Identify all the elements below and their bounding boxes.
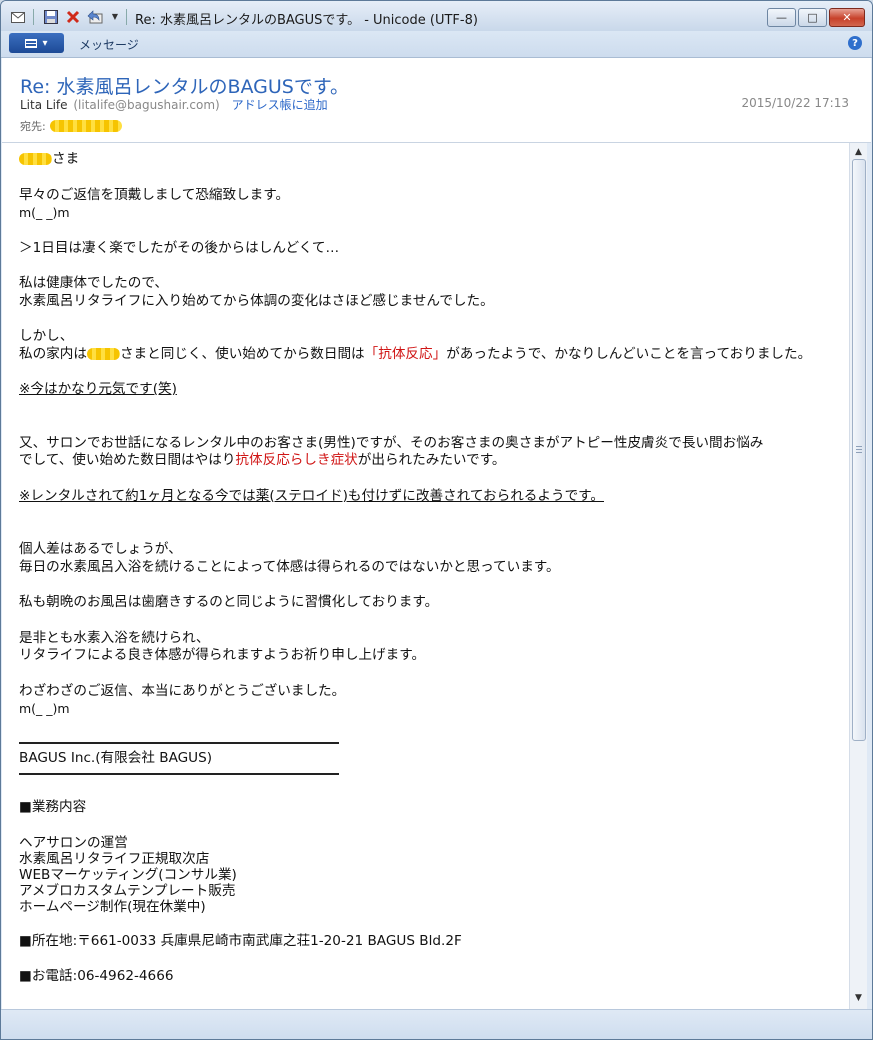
- add-to-address-book-link[interactable]: アドレス帳に追加: [232, 98, 328, 112]
- signature-divider: [19, 773, 339, 775]
- sender-name: Lita Life: [20, 98, 68, 112]
- message-window: ▼ Re: 水素風呂レンタルのBAGUSです。 - Unicode (UTF-8…: [0, 0, 873, 1040]
- reply-icon[interactable]: [87, 9, 103, 25]
- signature-item: ヘアサロンの運営: [19, 834, 128, 851]
- chevron-down-icon: ▼: [855, 992, 862, 1003]
- body-line: 私は健康体でしたので、: [19, 275, 168, 291]
- vertical-scrollbar[interactable]: ▲ ▼: [849, 143, 867, 1009]
- message-subject: Re: 水素風呂レンタルのBAGUSです。: [20, 76, 349, 98]
- quoted-line: ＞1日目は凄く楽でしたがその後からはしんどくて…: [19, 239, 340, 256]
- status-bar: [1, 1009, 872, 1039]
- title-bar: ▼ Re: 水素風呂レンタルのBAGUSです。 - Unicode (UTF-8…: [1, 1, 872, 31]
- body-text: さまと同じく、使い始めてから数日間は: [119, 345, 365, 362]
- signature-item: WEBマーケッティング(コンサル業): [19, 866, 237, 883]
- signature-item: ホームページ制作(現在休業中): [19, 898, 206, 915]
- message-body-content: さま 早々のご返信を頂戴しまして恐縮致します。 m(_ _)m ＞1日目は凄く楽…: [19, 151, 839, 986]
- signature-divider: [19, 741, 339, 744]
- highlighted-text: 抗体反応らしき症状: [235, 452, 358, 468]
- toolbar-separator: [126, 9, 127, 25]
- body-line: リタライフによる良き体感が得られますようお祈り申し上げます。: [19, 647, 426, 663]
- scrollbar-thumb[interactable]: [852, 159, 866, 741]
- signature-company: BAGUS Inc.(有限会社 BAGUS): [19, 749, 213, 766]
- body-text: でして、使い始めた数日間はやはり: [19, 452, 236, 468]
- close-button[interactable]: ✕: [829, 8, 865, 27]
- body-line: 毎日の水素風呂入浴を続けることによって体感は得られるのではないかと思っています。: [19, 558, 560, 575]
- help-icon[interactable]: ?: [848, 36, 862, 50]
- body-line: 又、サロンでお世話になるレンタル中のお客さま(男性)ですが、そのお客さまの奥さま…: [19, 434, 764, 451]
- minimize-button[interactable]: —: [767, 8, 796, 27]
- signature-heading: ■業務内容: [19, 799, 87, 815]
- signature-item: 水素風呂リタライフ正規取次店: [19, 850, 210, 867]
- sender-email: (litalife@bagushair.com): [73, 98, 220, 112]
- body-line: 個人差はあるでしょうが、: [19, 541, 182, 557]
- chevron-up-icon: ▲: [855, 146, 862, 157]
- body-line: でして、使い始めた数日間はやはり抗体反応らしき症状が出られたみたいです。: [19, 452, 839, 470]
- body-line: 是非とも水素入浴を続けられ、: [19, 629, 210, 646]
- body-text: 私の家内は: [19, 345, 87, 362]
- body-line: 私の家内は さまと同じく、使い始めてから数日間は「抗体反応」があったようで、かなり…: [19, 346, 839, 364]
- body-note: ※レンタルされて約1ヶ月となる今では薬(ステロイド)も付けずに改善されておられる…: [19, 487, 604, 504]
- body-line: 早々のご返信を頂戴しまして恐縮致します。: [19, 186, 290, 203]
- body-line: 私も朝晩のお風呂は歯磨きするのと同じように習慣化しております。: [19, 594, 439, 610]
- body-line: わざわざのご返信、本当にありがとうございました。: [19, 682, 346, 699]
- greeting-suffix: さま: [52, 151, 80, 167]
- body-text: が出られたみたいです。: [357, 452, 506, 468]
- tab-message[interactable]: メッセージ: [79, 36, 139, 53]
- scroll-down-button[interactable]: ▼: [850, 989, 867, 1006]
- redacted-recipient: [49, 120, 122, 132]
- window-title: Re: 水素風呂レンタルのBAGUSです。 - Unicode (UTF-8): [135, 13, 478, 28]
- from-line: Lita Life (litalife@bagushair.com) アドレス帳…: [20, 96, 328, 113]
- close-icon: ✕: [842, 11, 852, 24]
- redacted-name: [86, 347, 120, 360]
- message-date: 2015/10/22 17:13: [741, 96, 849, 110]
- message-body: さま 早々のご返信を頂戴しまして恐縮致します。 m(_ _)m ＞1日目は凄く楽…: [2, 143, 849, 1009]
- body-line: 水素風呂リタライフに入り始めてから体調の変化はさほど感じませんでした。: [19, 292, 494, 309]
- signature-phone: ■お電話:06-4962-4666: [19, 968, 174, 984]
- signature-address: ■所在地:〒661-0033 兵庫県尼崎市南武庫之荘1-20-21 BAGUS …: [19, 932, 462, 949]
- toolbar-separator: [33, 9, 34, 25]
- grip-icon: [856, 446, 862, 453]
- body-note: ※今はかなり元気です(笑): [19, 381, 177, 397]
- to-label: 宛先:: [20, 120, 46, 133]
- body-emoticon: m(_ _)m: [19, 205, 70, 220]
- highlighted-text: 「抗体反応」: [364, 345, 447, 362]
- redacted-name: [19, 153, 52, 165]
- maximize-icon: □: [807, 11, 818, 24]
- to-line: 宛先:: [20, 118, 122, 134]
- scroll-up-button[interactable]: ▲: [850, 143, 867, 160]
- body-text: があったようで、かなりしんどいことを言っておりました。: [446, 345, 812, 362]
- maximize-button[interactable]: □: [798, 8, 827, 27]
- minimize-icon: —: [776, 11, 787, 24]
- mail-icon: [10, 9, 26, 25]
- ribbon: ▾ メッセージ ?: [1, 31, 872, 58]
- body-emoticon: m(_ _)m: [19, 701, 70, 716]
- app-menu-button[interactable]: ▾: [9, 33, 64, 53]
- message-header: Re: 水素風呂レンタルのBAGUSです。 Lita Life (litalif…: [2, 58, 871, 143]
- menu-icon: [25, 38, 38, 48]
- chevron-down-icon: ▾: [42, 37, 48, 49]
- body-line: しかし、: [19, 328, 74, 344]
- dropdown-icon[interactable]: ▼: [107, 9, 123, 25]
- delete-icon[interactable]: [65, 9, 81, 25]
- save-icon[interactable]: [43, 9, 59, 25]
- signature-item: アメブロカスタムテンプレート販売: [19, 882, 236, 899]
